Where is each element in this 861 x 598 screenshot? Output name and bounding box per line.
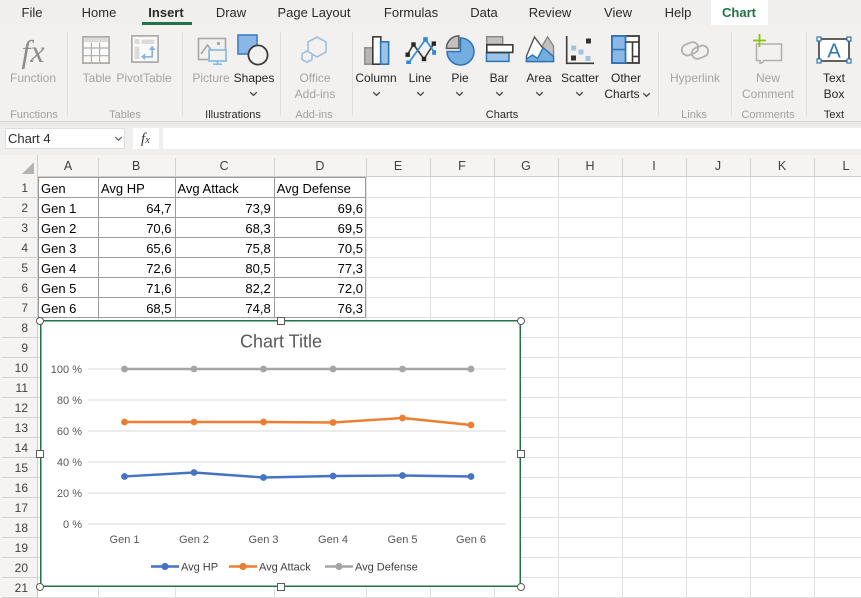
- svg-text:80 %: 80 %: [57, 395, 82, 407]
- svg-text:Gen 3: Gen 3: [249, 534, 279, 546]
- svg-text:Avg Defense: Avg Defense: [355, 562, 418, 574]
- svg-text:40 %: 40 %: [57, 457, 82, 469]
- svg-text:60 %: 60 %: [57, 426, 82, 438]
- svg-text:0 %: 0 %: [63, 519, 82, 531]
- svg-text:Gen 4: Gen 4: [318, 534, 348, 546]
- svg-text:Gen 1: Gen 1: [110, 534, 140, 546]
- svg-text:Avg HP: Avg HP: [181, 562, 218, 574]
- svg-text:Gen 2: Gen 2: [179, 534, 209, 546]
- svg-text:Gen 6: Gen 6: [456, 534, 486, 546]
- svg-text:Gen 5: Gen 5: [388, 534, 418, 546]
- svg-text:A: A: [827, 41, 841, 63]
- svg-text:100 %: 100 %: [51, 364, 82, 376]
- svg-text:Chart Title: Chart Title: [240, 332, 322, 352]
- svg-text:20 %: 20 %: [57, 488, 82, 500]
- svg-text:Avg Attack: Avg Attack: [259, 562, 311, 574]
